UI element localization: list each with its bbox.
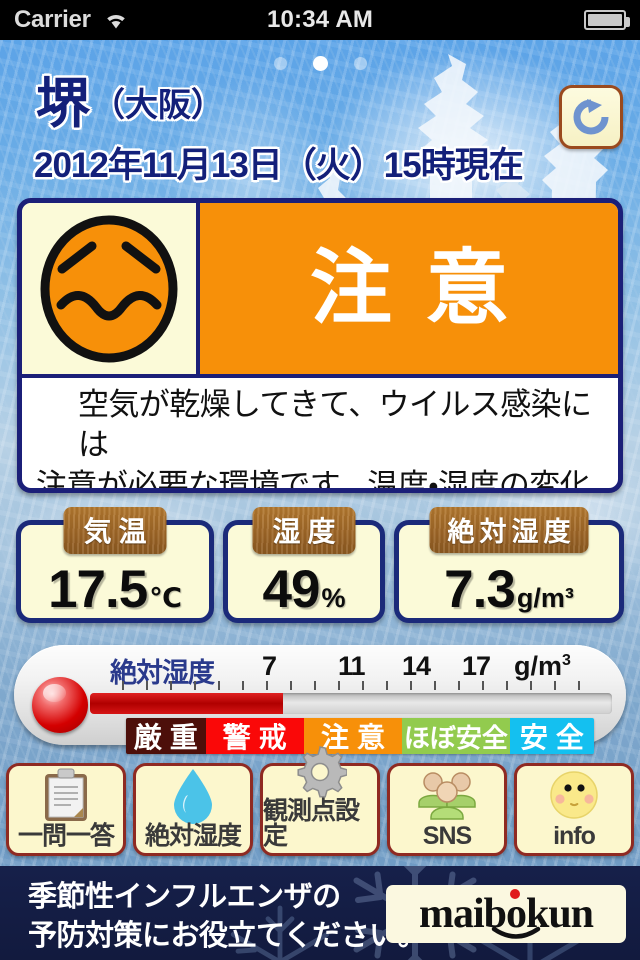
footer-message-line-1: 季節性インフルエンザの [28, 881, 341, 913]
toolbar-label-sns: SNS [422, 822, 472, 850]
location-line: 堺 （大阪） [0, 74, 640, 135]
card-temperature: 気温 17.5 ℃ [16, 510, 214, 623]
thermometer-tick-label-7: 7 [262, 651, 277, 681]
alert-header-row: 注意 [22, 203, 618, 378]
gear-icon [263, 745, 377, 799]
page-indicator[interactable] [0, 53, 640, 73]
alert-description-line-2: 注意が必要な環境です。温度・湿度の変化 [36, 467, 591, 493]
card-absolute-humidity-label: 絶対湿度 [430, 507, 589, 553]
card-absolute-humidity-unit: g/m³ [516, 583, 574, 613]
alert-face-cell [22, 203, 200, 374]
toolbar-label-qa: 一問一答 [17, 822, 115, 850]
alert-description: 空気が乾燥してきて、ウイルス感染には 注意が必要な環境です。温度・湿度の変化 に… [22, 378, 618, 493]
thermometer-unit-label: g/m3 [514, 651, 571, 681]
card-humidity: 湿度 49 % [223, 510, 385, 623]
toolbar-button-absolute-humidity[interactable]: 絶対湿度 [133, 763, 253, 856]
risk-band-0: 厳重 [126, 718, 206, 754]
card-absolute-humidity-value: 7.3 [444, 560, 516, 619]
status-bar: Carrier 10:34 AM [0, 0, 640, 40]
footer-message-line-2: 予防対策にお役立てください。 [28, 920, 427, 953]
toolbar-label-absolute-humidity: 絶対湿度 [144, 822, 242, 850]
page-dot-3[interactable] [353, 56, 367, 70]
alert-description-line-1: 空気が乾燥してきて、ウイルス感染には [78, 387, 592, 463]
alert-level-label: 注意 [309, 242, 542, 334]
card-temperature-unit: ℃ [149, 583, 182, 613]
worried-face-icon [40, 215, 178, 362]
observation-datetime: 2012年11月13日（火）15時現在 [34, 146, 524, 185]
thermometer-tick-label-14: 14 [402, 651, 431, 681]
risk-band-3: ほぼ安全 [402, 718, 510, 754]
thermometer-bulb [32, 677, 88, 733]
card-temperature-label: 気温 [63, 507, 166, 554]
refresh-icon [573, 99, 609, 135]
thermometer-tick-label-11: 11 [338, 651, 366, 681]
absolute-humidity-thermometer: 絶対湿度 7 11 14 17 g/m3 厳重 警戒 注意 ほぼ安全 安全 [14, 645, 626, 754]
card-absolute-humidity-value-wrap: 7.3 g/m³ [399, 563, 619, 616]
city-name: 堺 [36, 74, 90, 135]
card-temperature-value: 17.5 [48, 560, 148, 619]
page-dot-1[interactable] [273, 56, 287, 70]
card-humidity-unit: % [321, 583, 346, 613]
prefecture-name: （大阪） [92, 86, 224, 123]
thermometer-ticks [110, 681, 610, 690]
measurement-cards: 気温 17.5 ℃ 湿度 49 % 絶対湿度 7.3 g/m³ [16, 510, 624, 623]
card-humidity-value: 49 [262, 560, 321, 619]
toolbar-label-info: info [553, 822, 596, 850]
app-screen: Carrier 10:34 AM 堺 （大阪） 2012年11月13日（火）15… [0, 0, 640, 960]
page-dot-2-active[interactable] [312, 55, 328, 71]
app-logo-text: maibokun [418, 891, 594, 937]
bottom-toolbar: 一問一答 絶対湿度 観測点設定 SNS info [0, 746, 640, 860]
alert-level-cell: 注意 [200, 203, 618, 374]
thermometer-fill [90, 693, 284, 714]
toolbar-button-sns[interactable]: SNS [387, 763, 507, 856]
footer-message: 季節性インフルエンザの 予防対策にお役立てください。 [28, 878, 427, 956]
thermometer-track [90, 693, 612, 714]
clipboard-icon [9, 766, 123, 824]
toolbar-label-station-settings: 観測点設定 [263, 797, 360, 850]
water-drop-icon [136, 766, 250, 824]
people-group-icon [390, 766, 504, 824]
toolbar-button-station-settings[interactable]: 観測点設定 [260, 746, 380, 856]
app-logo: maibokun [386, 885, 626, 943]
card-humidity-value-wrap: 49 % [228, 563, 380, 616]
clock-label: 10:34 AM [266, 6, 374, 33]
battery-icon [584, 10, 630, 30]
card-temperature-value-wrap: 17.5 ℃ [21, 563, 209, 616]
risk-band-4: 安全 [509, 718, 594, 754]
thermometer-tick-label-17: 17 [462, 651, 491, 681]
thermometer-scale: 絶対湿度 7 11 14 17 g/m3 [110, 649, 610, 688]
toolbar-button-info[interactable]: info [514, 763, 634, 856]
card-absolute-humidity: 絶対湿度 7.3 g/m³ [394, 510, 624, 623]
refresh-button[interactable] [559, 85, 623, 149]
footer-banner: 季節性インフルエンザの 予防対策にお役立てください。 maibokun [0, 866, 640, 960]
card-humidity-label: 湿度 [252, 507, 355, 554]
header: 堺 （大阪） 2012年11月13日（火）15時現在 [0, 74, 640, 188]
smiley-face-icon [517, 766, 631, 824]
alert-panel: 注意 空気が乾燥してきて、ウイルス感染には 注意が必要な環境です。温度・湿度の変… [17, 198, 623, 493]
toolbar-button-qa[interactable]: 一問一答 [6, 763, 126, 856]
